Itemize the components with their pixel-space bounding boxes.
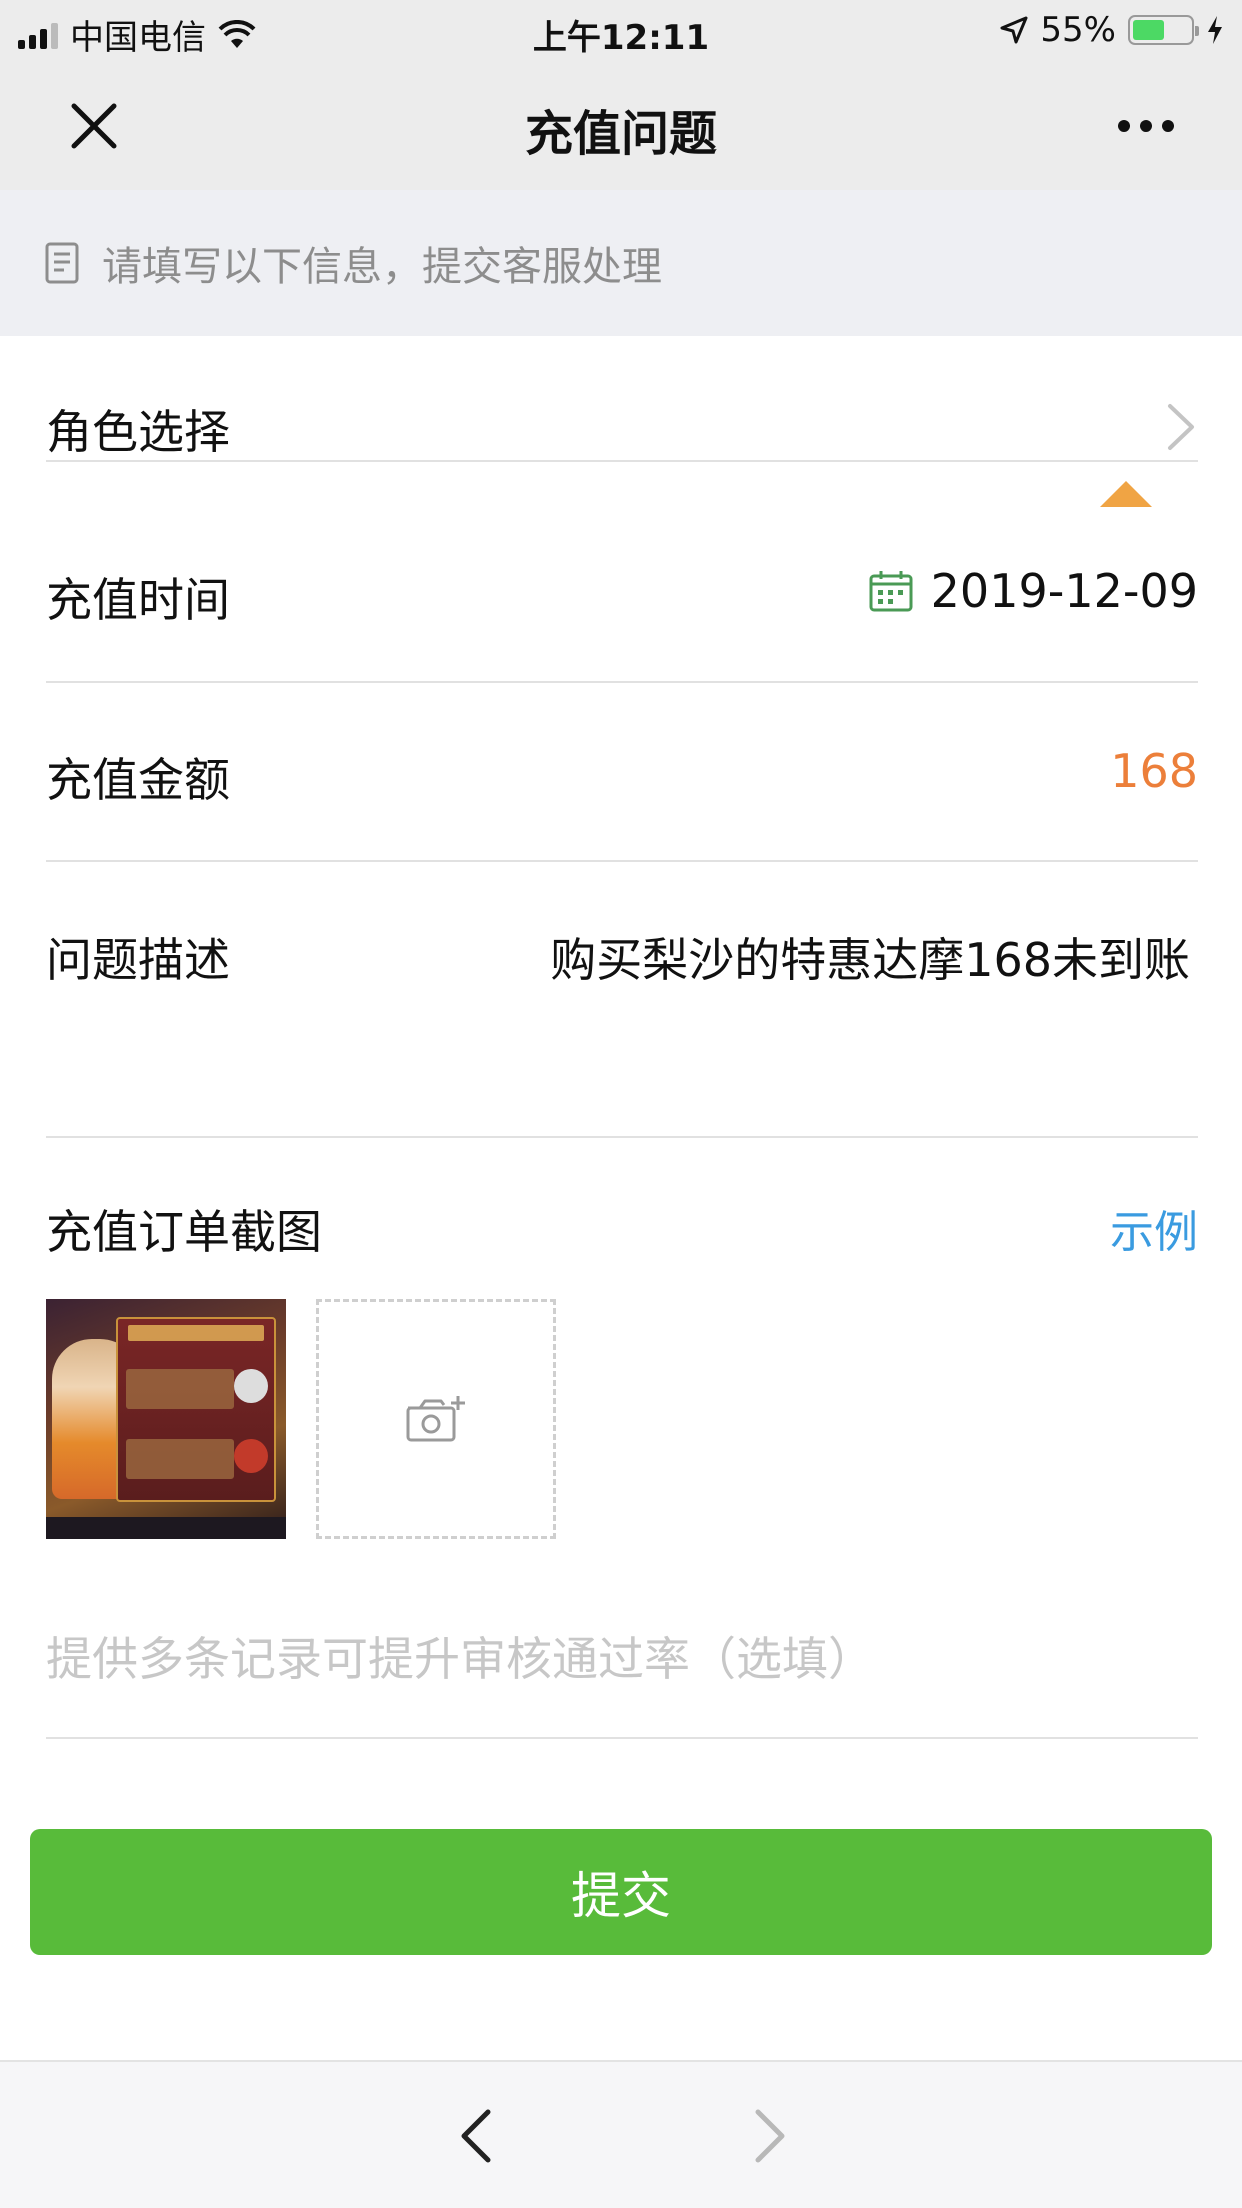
screenshot-label: 充值订单截图 <box>46 1205 322 1259</box>
battery-icon <box>1128 15 1199 45</box>
order-screenshot-row: 充值订单截图 示例 <box>46 1196 1198 1266</box>
browser-bottom-bar <box>0 2060 1242 2208</box>
page-title: 充值问题 <box>524 106 717 162</box>
forward-button[interactable] <box>744 2106 794 2166</box>
back-arrow-icon <box>461 2109 491 2163</box>
chevron-right-icon <box>1168 404 1194 450</box>
thumbnail-bar <box>46 1517 286 1539</box>
problem-description-row[interactable]: 问题描述 购买梨沙的特惠达摩168未到账 <box>46 924 1198 994</box>
status-bar: 中国电信 上午12:11 55% <box>0 0 1242 62</box>
divider <box>46 1737 1198 1739</box>
tooltip-arrow <box>1100 481 1152 507</box>
amount-value[interactable]: 168 <box>1110 744 1198 798</box>
submit-button[interactable]: 提交 <box>30 1829 1212 1955</box>
divider <box>46 460 1198 462</box>
optional-records-input[interactable] <box>46 1619 1198 1699</box>
more-icon <box>1118 120 1130 132</box>
recharge-time-row[interactable]: 充值时间 2019-12-09 <box>46 564 1198 634</box>
hint-banner: 请填写以下信息，提交客服处理 <box>0 190 1242 336</box>
time-value-wrap: 2019-12-09 <box>869 564 1198 618</box>
uploaded-screenshot-thumbnail[interactable] <box>46 1299 286 1539</box>
forward-arrow-icon <box>755 2109 785 2163</box>
role-label: 角色选择 <box>46 405 230 459</box>
charging-icon <box>1208 16 1222 44</box>
time-value: 2019-12-09 <box>930 564 1198 618</box>
battery-fill <box>1133 20 1164 40</box>
amount-label: 充值金额 <box>46 753 230 807</box>
battery-percent: 55% <box>1040 10 1116 50</box>
document-icon <box>45 242 79 284</box>
description-label: 问题描述 <box>46 933 230 987</box>
example-link[interactable]: 示例 <box>1110 1196 1198 1260</box>
add-photo-button[interactable] <box>316 1299 556 1539</box>
time-label: 充值时间 <box>46 573 230 627</box>
divider <box>46 1136 1198 1138</box>
location-icon <box>1000 16 1028 44</box>
thumbnail-panel <box>116 1317 276 1502</box>
nav-bar: 充值问题 <box>0 62 1242 190</box>
status-right: 55% <box>1000 10 1224 50</box>
divider <box>46 860 1198 862</box>
divider <box>46 681 1198 683</box>
calendar-icon <box>869 571 913 612</box>
description-value[interactable]: 购买梨沙的特惠达摩168未到账 <box>550 924 1190 990</box>
role-select-row[interactable]: 角色选择 <box>46 396 1198 466</box>
recharge-amount-row[interactable]: 充值金额 168 <box>46 744 1198 814</box>
back-button[interactable] <box>452 2106 502 2166</box>
hint-text: 请填写以下信息，提交客服处理 <box>102 244 662 290</box>
more-button[interactable] <box>1106 94 1186 158</box>
screenshot-thumbnails <box>46 1299 556 1539</box>
camera-add-icon <box>406 1396 465 1442</box>
